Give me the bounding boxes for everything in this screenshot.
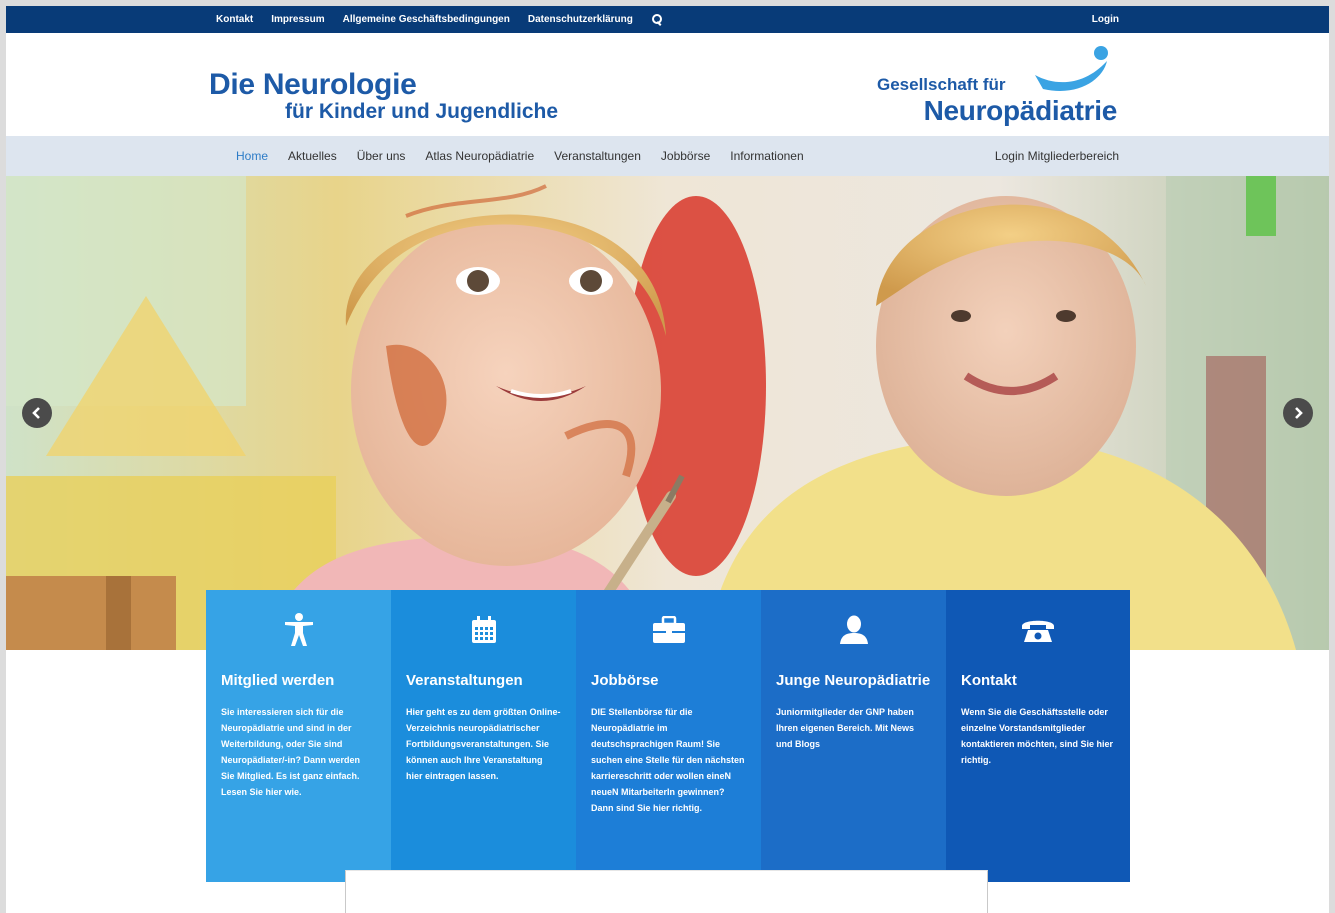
site-title-line1: Die Neurologie xyxy=(209,68,417,101)
nav-item-ueber-uns[interactable]: Über uns xyxy=(357,149,406,163)
topbar-login-link[interactable]: Login xyxy=(1092,14,1119,25)
nav-item-informationen[interactable]: Informationen xyxy=(730,149,803,163)
feature-title: Junge Neuropädiatrie xyxy=(776,672,931,689)
topbar-link-kontakt[interactable]: Kontakt xyxy=(216,14,253,25)
hero-slider xyxy=(6,176,1329,650)
content-panel xyxy=(345,870,988,913)
logo-text-line1: Gesellschaft für xyxy=(877,75,1006,94)
site-title[interactable]: Die Neurologie für Kinder und Jugendlich… xyxy=(209,69,558,123)
feature-text: DIE Stellenbörse für die Neuropädiatrie … xyxy=(591,707,745,813)
topbar-link-datenschutz[interactable]: Datenschutzerklärung xyxy=(528,14,633,25)
slider-prev-button[interactable] xyxy=(22,398,52,428)
logo-text-line2: Neuropädiatrie xyxy=(923,95,1118,126)
gnp-logo[interactable]: Gesellschaft für Neuropädiatrie xyxy=(877,45,1117,133)
feature-text: Hier geht es zu dem größten Online-Verze… xyxy=(406,707,561,781)
nav-item-atlas[interactable]: Atlas Neuropädiatrie xyxy=(425,149,534,163)
feature-box-veranstaltungen[interactable]: Veranstaltungen Hier geht es zu dem größ… xyxy=(391,590,576,882)
feature-text: Sie interessieren sich für die Neuropädi… xyxy=(221,707,361,797)
feature-boxes: Mitglied werden Sie interessieren sich f… xyxy=(206,590,1130,882)
site-title-line2: für Kinder und Jugendliche xyxy=(285,100,559,123)
hero-image xyxy=(6,176,1329,650)
nav-item-jobboerse[interactable]: Jobbörse xyxy=(661,149,710,163)
phone-icon xyxy=(961,610,1115,650)
nav-item-home[interactable]: Home xyxy=(236,149,268,163)
nav-item-aktuelles[interactable]: Aktuelles xyxy=(288,149,337,163)
user-icon xyxy=(776,610,931,650)
briefcase-icon xyxy=(591,610,746,650)
feature-title: Jobbörse xyxy=(591,672,659,689)
chevron-left-icon xyxy=(32,407,40,419)
feature-box-kontakt[interactable]: Kontakt Wenn Sie die Geschäftsstelle ode… xyxy=(946,590,1130,882)
feature-text: Juniormitglieder der GNP haben Ihren eig… xyxy=(776,707,915,749)
top-utility-bar: Kontakt Impressum Allgemeine Geschäftsbe… xyxy=(6,6,1329,33)
feature-box-mitglied[interactable]: Mitglied werden Sie interessieren sich f… xyxy=(206,590,391,882)
gnp-logo-mark-icon xyxy=(1035,46,1108,91)
feature-box-junge-neuropaediatrie[interactable]: Junge Neuropädiatrie Juniormitglieder de… xyxy=(761,590,946,882)
feature-title: Mitglied werden xyxy=(221,672,335,689)
slider-next-button[interactable] xyxy=(1283,398,1313,428)
member-login-link[interactable]: Login Mitgliederbereich xyxy=(995,136,1119,176)
feature-box-jobboerse[interactable]: Jobbörse DIE Stellenbörse für die Neurop… xyxy=(576,590,761,882)
chevron-right-icon xyxy=(1295,407,1303,419)
topbar-link-impressum[interactable]: Impressum xyxy=(271,14,324,25)
feature-text: Wenn Sie die Geschäftsstelle oder einzel… xyxy=(961,707,1114,765)
site-header: Die Neurologie für Kinder und Jugendlich… xyxy=(6,33,1329,136)
person-icon xyxy=(221,610,376,650)
topbar-link-agb[interactable]: Allgemeine Geschäftsbedingungen xyxy=(343,14,510,25)
nav-item-veranstaltungen[interactable]: Veranstaltungen xyxy=(554,149,641,163)
calendar-icon xyxy=(406,610,561,650)
feature-title: Kontakt xyxy=(961,672,1017,689)
feature-title: Veranstaltungen xyxy=(406,672,523,689)
main-navigation: Home Aktuelles Über uns Atlas Neuropädia… xyxy=(6,136,1329,176)
search-icon[interactable] xyxy=(651,13,663,26)
